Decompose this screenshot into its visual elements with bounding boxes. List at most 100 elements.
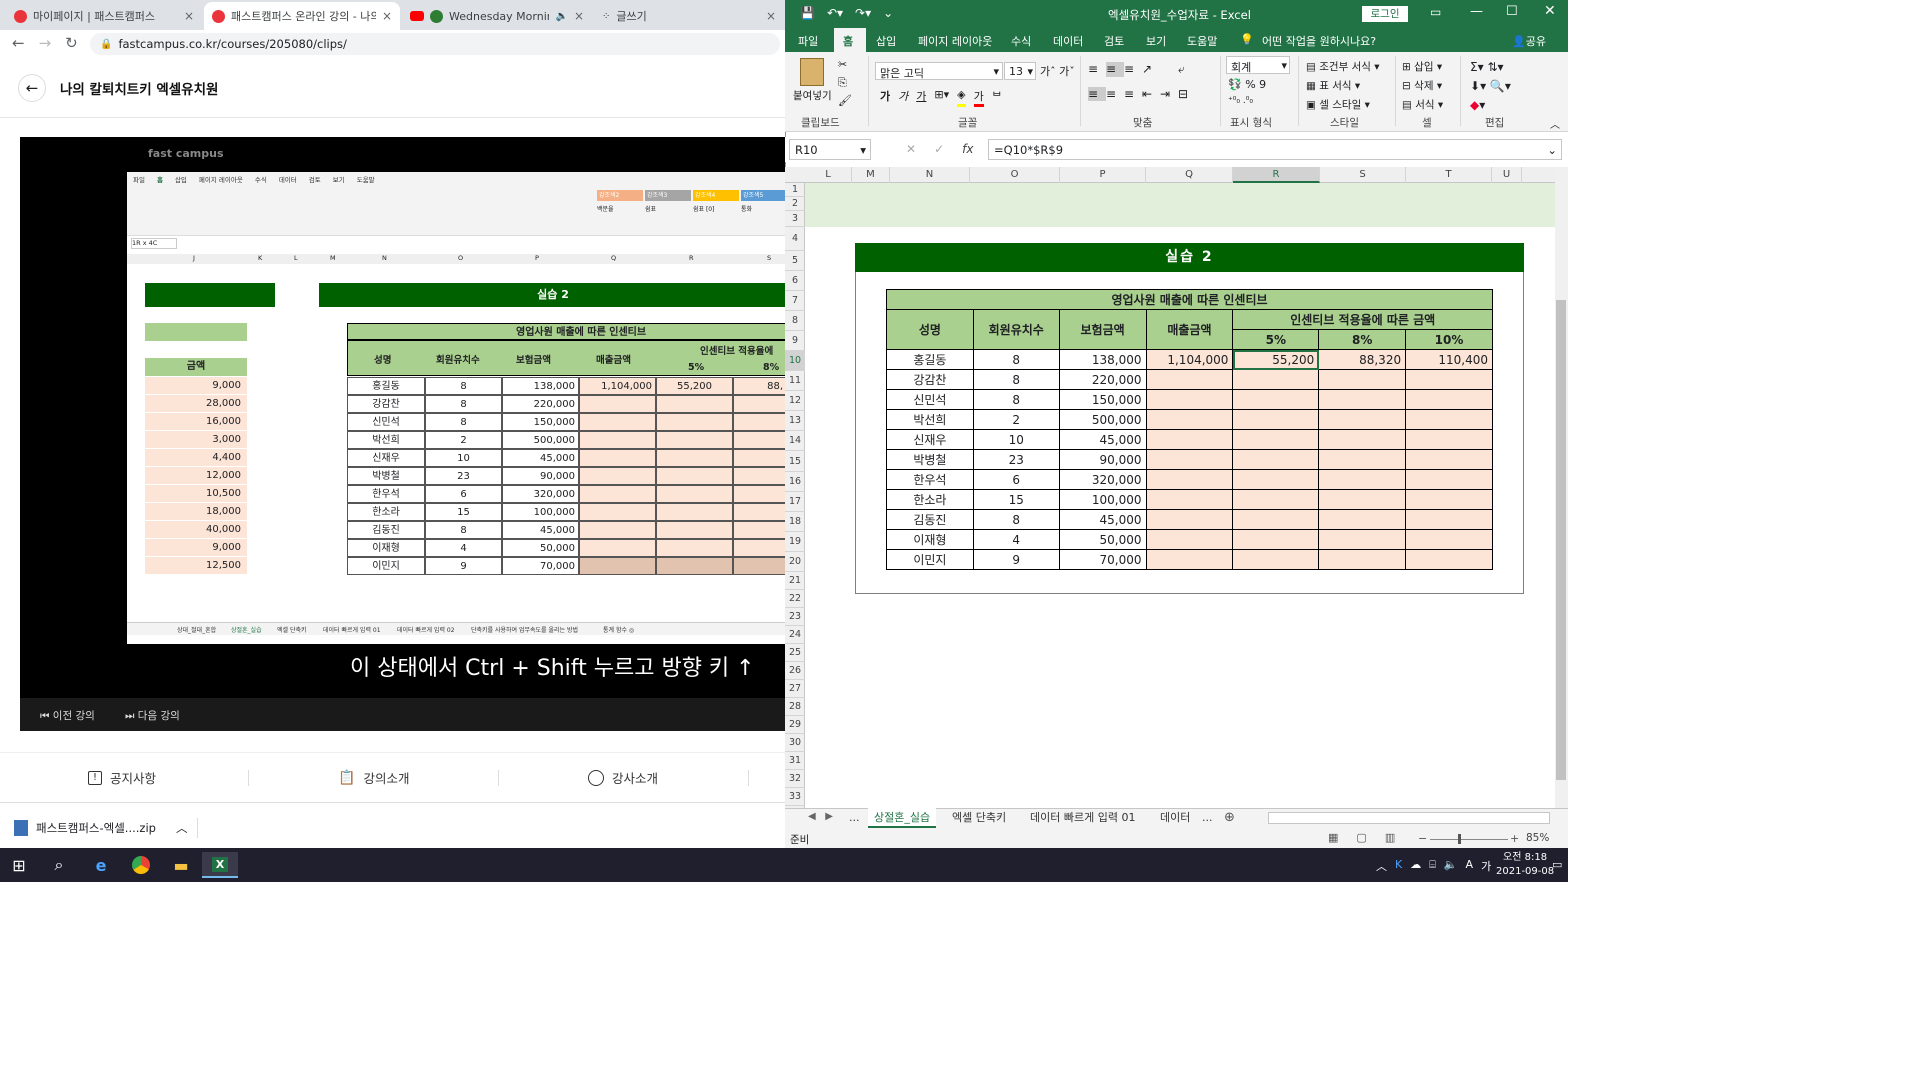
close-tab-icon[interactable]: × bbox=[574, 9, 584, 23]
browser-tab-write[interactable]: ⁘ 글쓰기 × bbox=[594, 2, 784, 30]
cell-r5[interactable] bbox=[1232, 429, 1320, 450]
tab-page-layout[interactable]: 페이지 레이아웃 bbox=[918, 33, 992, 49]
cell-amount[interactable]: 45,000 bbox=[1058, 509, 1147, 530]
cell-amount[interactable]: 320,000 bbox=[1058, 469, 1147, 490]
row-header[interactable]: 24 bbox=[785, 626, 805, 644]
row-header[interactable]: 22 bbox=[785, 590, 805, 608]
file-explorer-icon[interactable]: ▬ bbox=[166, 852, 196, 878]
row-header[interactable]: 11 bbox=[785, 371, 805, 391]
paste-button[interactable]: 붙여넣기 bbox=[793, 88, 832, 103]
cell-count[interactable]: 9 bbox=[972, 549, 1060, 570]
cell-amount[interactable]: 150,000 bbox=[1058, 389, 1147, 410]
column-header[interactable]: T bbox=[1406, 167, 1492, 183]
row-header[interactable]: 13 bbox=[785, 411, 805, 431]
tab-formulas[interactable]: 수식 bbox=[1011, 33, 1031, 49]
cell-name[interactable]: 홍길동 bbox=[886, 349, 974, 370]
zoom-thumb[interactable] bbox=[1458, 834, 1461, 844]
cell-r8[interactable] bbox=[1318, 529, 1407, 550]
cell-r8[interactable] bbox=[1318, 469, 1407, 490]
horizontal-scrollbar[interactable] bbox=[1268, 812, 1550, 824]
system-tray[interactable]: ︿ K ☁ ⌸ 🔈 A 가 bbox=[1376, 858, 1491, 874]
excel-taskbar-icon[interactable]: X bbox=[202, 852, 238, 878]
cell-r5[interactable] bbox=[1232, 509, 1320, 530]
back-icon[interactable]: ← bbox=[12, 34, 25, 52]
cell-r5[interactable] bbox=[1232, 369, 1320, 390]
cell-count[interactable]: 8 bbox=[972, 509, 1060, 530]
sheet-tab-active[interactable]: 상절혼_실습 bbox=[868, 808, 937, 828]
tab-instructor-intro[interactable]: 강사소개 bbox=[588, 768, 658, 787]
cell-count[interactable]: 8 bbox=[972, 349, 1060, 370]
maximize-icon[interactable]: ☐ bbox=[1506, 4, 1518, 19]
prev-lecture-button[interactable]: ⏮ 이전 강의 bbox=[40, 708, 95, 723]
close-tab-icon[interactable]: × bbox=[184, 9, 194, 23]
row-header[interactable]: 1 bbox=[785, 183, 805, 197]
cell-r8[interactable] bbox=[1318, 389, 1407, 410]
cell-sales[interactable] bbox=[1145, 369, 1234, 390]
browser-tab-course[interactable]: 패스트캠퍼스 온라인 강의 - 나의 × bbox=[204, 2, 400, 30]
scroll-thumb[interactable] bbox=[1556, 300, 1566, 780]
tab-help[interactable]: 도움말 bbox=[1187, 33, 1217, 49]
table-row[interactable]: 한우석 6 320,000 bbox=[886, 469, 1493, 490]
cell-r10[interactable] bbox=[1405, 389, 1493, 410]
redo-icon[interactable]: ↷▾ bbox=[855, 6, 871, 20]
sheet-tab[interactable]: 데이터 빠르게 입력 01 bbox=[1024, 808, 1141, 828]
row-header[interactable]: 4 bbox=[785, 227, 805, 251]
chrome-icon[interactable] bbox=[126, 852, 156, 878]
table-row[interactable]: 홍길동 8 138,000 1,104,000 55,200 88,320 110,400 bbox=[886, 349, 1493, 370]
cell-count[interactable]: 8 bbox=[972, 389, 1060, 410]
row-header[interactable]: 33 bbox=[785, 788, 805, 806]
column-header[interactable]: S bbox=[1320, 167, 1406, 183]
tab-file[interactable]: 파일 bbox=[798, 33, 818, 49]
cell-r10[interactable] bbox=[1405, 509, 1493, 530]
row-header[interactable]: 9 bbox=[785, 331, 805, 351]
row-header[interactable]: 17 bbox=[785, 492, 805, 512]
cell-r10[interactable] bbox=[1405, 429, 1493, 450]
cell-name[interactable]: 김동진 bbox=[886, 509, 974, 530]
number-buttons[interactable]: 💱 % 9 bbox=[1228, 78, 1266, 91]
cell-count[interactable]: 10 bbox=[972, 429, 1060, 450]
cell-name[interactable]: 한우석 bbox=[886, 469, 974, 490]
cell-r8[interactable] bbox=[1318, 489, 1407, 510]
row-header[interactable]: 23 bbox=[785, 608, 805, 626]
speaker-icon[interactable]: 🔈 bbox=[555, 11, 567, 22]
cell-r8[interactable] bbox=[1318, 409, 1407, 430]
name-box[interactable]: R10 ▾ bbox=[789, 139, 871, 160]
table-row[interactable]: 강감찬 8 220,000 bbox=[886, 369, 1493, 390]
cell-name[interactable]: 한소라 bbox=[886, 489, 974, 510]
ribbon-display-icon[interactable]: ▭ bbox=[1430, 5, 1441, 19]
cell-amount[interactable]: 220,000 bbox=[1058, 369, 1147, 390]
cell-r10[interactable] bbox=[1405, 449, 1493, 470]
cell-count[interactable]: 8 bbox=[972, 369, 1060, 390]
cell-r10[interactable] bbox=[1405, 469, 1493, 490]
cell-count[interactable]: 15 bbox=[972, 489, 1060, 510]
row-header[interactable]: 12 bbox=[785, 391, 805, 411]
row-header[interactable]: 14 bbox=[785, 431, 805, 451]
cell-r8[interactable] bbox=[1318, 449, 1407, 470]
minimize-icon[interactable]: — bbox=[1470, 4, 1483, 19]
cell-r10[interactable] bbox=[1405, 409, 1493, 430]
cell-sales[interactable] bbox=[1145, 429, 1234, 450]
font-grow-icon[interactable]: 가ˆ 가ˇ bbox=[1040, 63, 1075, 79]
tell-me-search[interactable]: 어떤 작업을 원하시나요? bbox=[1262, 33, 1376, 49]
cell-r10[interactable] bbox=[1405, 489, 1493, 510]
number-format-select[interactable]: 회계 ▾ bbox=[1226, 56, 1290, 74]
table-row[interactable]: 박선희 2 500,000 bbox=[886, 409, 1493, 430]
cell-amount[interactable]: 90,000 bbox=[1058, 449, 1147, 470]
column-header[interactable]: P bbox=[1060, 167, 1146, 183]
row-header[interactable]: 7 bbox=[785, 291, 805, 311]
cell-count[interactable]: 2 bbox=[972, 409, 1060, 430]
row-header[interactable]: 32 bbox=[785, 770, 805, 788]
column-header[interactable]: N bbox=[890, 167, 970, 183]
sheet-nav-icons[interactable]: ◀ ▶ bbox=[808, 811, 833, 822]
row-header[interactable]: 27 bbox=[785, 680, 805, 698]
table-row[interactable]: 신재우 10 45,000 bbox=[886, 429, 1493, 450]
cell-r5[interactable]: 55,200 bbox=[1232, 349, 1320, 370]
styles-group[interactable]: ▤ 조건부 서식 ▾ ▦ 표 서식 ▾ ▣ 셀 스타일 ▾ bbox=[1306, 58, 1380, 115]
close-tab-icon[interactable]: × bbox=[766, 9, 776, 23]
cell-sales[interactable] bbox=[1145, 489, 1234, 510]
save-icon[interactable]: 💾 bbox=[800, 6, 815, 20]
cell-r5[interactable] bbox=[1232, 409, 1320, 430]
cell-r8[interactable] bbox=[1318, 369, 1407, 390]
login-button[interactable]: 로그인 bbox=[1362, 6, 1408, 22]
url-input[interactable]: 🔒 fastcampus.co.kr/courses/205080/clips/ bbox=[90, 33, 780, 55]
